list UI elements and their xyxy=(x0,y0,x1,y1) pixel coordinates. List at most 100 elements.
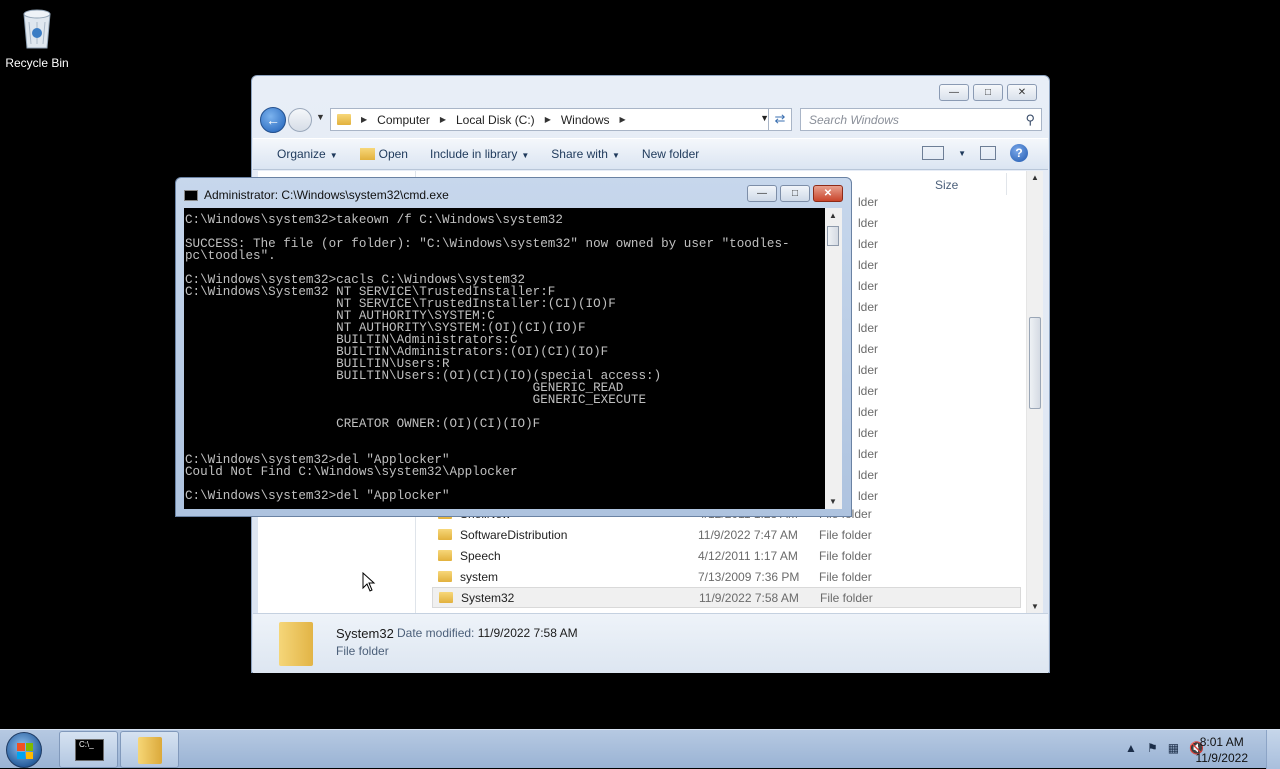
console-output[interactable]: C:\Windows\system32>takeown /f C:\Window… xyxy=(184,208,825,509)
windows-logo-icon xyxy=(17,743,33,759)
start-button[interactable] xyxy=(6,732,42,768)
organize-button[interactable]: Organize ▼ xyxy=(277,147,338,161)
file-type-partial: lder xyxy=(858,279,879,293)
file-type-partial: lder xyxy=(858,258,879,272)
file-list-scrollbar[interactable]: ▲ ▼ xyxy=(1026,171,1043,613)
file-type-partial: lder xyxy=(858,321,879,335)
search-input[interactable]: Search Windows ⚲ xyxy=(800,108,1042,131)
network-icon[interactable]: ▦ xyxy=(1168,741,1179,755)
scroll-down-icon[interactable]: ▼ xyxy=(829,497,837,506)
caret-down-icon: ▼ xyxy=(329,151,338,160)
file-type: File folder xyxy=(819,569,872,584)
list-item[interactable]: system 7/13/2009 7:36 PM File folder xyxy=(432,566,1021,587)
folder-icon xyxy=(439,592,453,603)
breadcrumb-local-disk[interactable]: Local Disk (C:) xyxy=(456,113,535,127)
file-type-partial: lder xyxy=(858,426,879,440)
address-bar[interactable]: ▶ Computer ▶ Local Disk (C:) ▶ Windows ▶… xyxy=(330,108,776,131)
minimize-button[interactable]: — xyxy=(747,185,777,202)
clock[interactable]: 8:01 AM 11/9/2022 xyxy=(1196,734,1249,766)
minimize-button[interactable]: — xyxy=(939,84,969,101)
share-with-label: Share with xyxy=(551,147,608,161)
show-desktop-button[interactable] xyxy=(1266,730,1280,769)
mouse-pointer-icon xyxy=(362,572,376,592)
scroll-up-icon[interactable]: ▲ xyxy=(829,211,837,220)
recycle-bin-icon xyxy=(19,6,55,50)
file-type: File folder xyxy=(820,590,873,605)
taskbar-explorer[interactable] xyxy=(120,731,179,768)
file-type: File folder xyxy=(819,548,872,563)
file-type-partial: lder xyxy=(858,384,879,398)
folder-icon xyxy=(138,737,162,764)
clock-time: 8:01 AM xyxy=(1199,735,1244,749)
close-button[interactable]: ✕ xyxy=(813,185,843,202)
command-bar: Organize ▼ Open Include in library ▼ Share… xyxy=(253,138,1048,170)
maximize-button[interactable]: □ xyxy=(780,185,810,202)
maximize-button[interactable]: □ xyxy=(973,84,1003,101)
close-button[interactable]: ✕ xyxy=(1007,84,1037,101)
caret-down-icon[interactable]: ▼ xyxy=(958,149,966,158)
scroll-down-icon[interactable]: ▼ xyxy=(1031,602,1039,611)
file-type-partial: lder xyxy=(858,237,879,251)
file-name: system xyxy=(460,569,499,584)
open-button[interactable]: Open xyxy=(359,147,408,161)
new-folder-button[interactable]: New folder xyxy=(642,147,699,161)
view-controls: ▼ ? xyxy=(922,144,1028,162)
list-item[interactable]: Speech 4/12/2011 1:17 AM File folder xyxy=(432,545,1021,566)
preview-pane-icon[interactable] xyxy=(980,146,996,160)
recycle-bin-label: Recycle Bin xyxy=(5,56,69,70)
file-date: 4/12/2011 1:17 AM xyxy=(698,548,798,563)
help-icon[interactable]: ? xyxy=(1010,144,1028,162)
folder-open-icon xyxy=(359,148,375,160)
clock-date: 11/9/2022 xyxy=(1195,751,1249,765)
include-in-library-button[interactable]: Include in library ▼ xyxy=(430,147,529,161)
scroll-up-icon[interactable]: ▲ xyxy=(1031,173,1039,182)
recycle-bin[interactable]: Recycle Bin xyxy=(4,6,70,70)
organize-label: Organize xyxy=(277,147,326,161)
list-item[interactable]: SoftwareDistribution 11/9/2022 7:47 AM F… xyxy=(432,524,1021,545)
breadcrumb-computer[interactable]: Computer xyxy=(377,113,430,127)
folder-icon xyxy=(438,550,452,561)
scrollbar-thumb[interactable] xyxy=(1029,317,1041,409)
show-hidden-icons-icon[interactable]: ▲ xyxy=(1125,741,1137,755)
search-placeholder: Search Windows xyxy=(809,113,899,127)
folder-icon xyxy=(279,622,313,666)
chevron-right-icon[interactable]: ▶ xyxy=(545,115,551,124)
folder-icon xyxy=(438,529,452,540)
share-with-button[interactable]: Share with ▼ xyxy=(551,147,620,161)
scrollbar-thumb[interactable] xyxy=(827,226,839,246)
list-item-selected[interactable]: System32 11/9/2022 7:58 AM File folder xyxy=(432,587,1021,608)
file-type-partial: lder xyxy=(858,195,879,209)
include-in-library-label: Include in library xyxy=(429,147,518,161)
file-type: File folder xyxy=(819,527,872,542)
console-scrollbar[interactable]: ▲ ▼ xyxy=(825,208,842,509)
cmd-titlebar[interactable]: Administrator: C:\Windows\system32\cmd.e… xyxy=(184,186,843,204)
caret-down-icon: ▼ xyxy=(521,151,530,160)
forward-button[interactable] xyxy=(288,108,312,132)
column-size[interactable]: Size xyxy=(935,178,958,192)
explorer-window-controls: — □ ✕ xyxy=(939,84,1037,101)
search-icon[interactable]: ⚲ xyxy=(1025,112,1035,128)
chevron-right-icon[interactable]: ▶ xyxy=(620,115,626,124)
details-name: System32 xyxy=(336,626,394,641)
file-date: 11/9/2022 7:47 AM xyxy=(698,527,798,542)
folder-icon xyxy=(337,114,351,125)
taskbar: C:\_ ▲ ⚑ ▦ 🔇 8:01 AM 11/9/2022 xyxy=(0,729,1280,769)
taskbar-cmd[interactable]: C:\_ xyxy=(59,731,118,768)
desktop: Recycle Bin — □ ✕ ← ▼ ▶ Computer ▶ Local… xyxy=(0,0,1280,769)
file-date: 7/13/2009 7:36 PM xyxy=(698,569,800,584)
action-center-flag-icon[interactable]: ⚑ xyxy=(1147,741,1158,755)
recent-pages-dropdown[interactable]: ▼ xyxy=(316,112,325,122)
column-divider[interactable] xyxy=(1006,173,1007,195)
details-type: File folder xyxy=(336,644,389,658)
back-button[interactable]: ← xyxy=(260,107,286,133)
open-label: Open xyxy=(378,147,408,161)
file-type-partial: lder xyxy=(858,300,879,314)
details-pane: System32 Date modified: 11/9/2022 7:58 A… xyxy=(253,613,1048,673)
chevron-right-icon[interactable]: ▶ xyxy=(440,115,446,124)
refresh-button[interactable]: ⇄ xyxy=(768,108,792,131)
cmd-icon xyxy=(184,189,198,201)
chevron-right-icon[interactable]: ▶ xyxy=(361,115,367,124)
file-type-partial: lder xyxy=(858,363,879,377)
change-view-icon[interactable] xyxy=(922,146,945,160)
breadcrumb-windows[interactable]: Windows xyxy=(561,113,610,127)
